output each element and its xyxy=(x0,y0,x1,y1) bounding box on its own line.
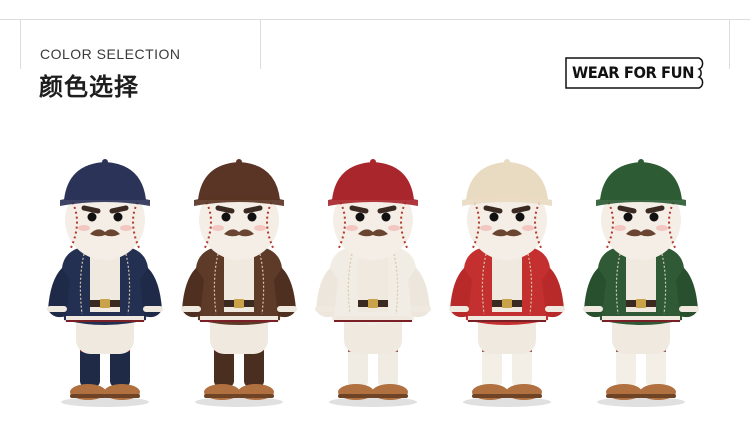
right-divider xyxy=(729,19,730,69)
mascot-brown-illustration xyxy=(181,159,297,407)
figure-white xyxy=(308,150,438,410)
mascot-white-illustration xyxy=(315,159,431,407)
badge-label: WEAR FOR FUN xyxy=(572,63,694,82)
middle-divider xyxy=(260,19,261,69)
figure-red xyxy=(442,150,572,410)
mascot-navy-illustration xyxy=(47,159,163,407)
left-divider xyxy=(20,19,21,69)
figure-navy xyxy=(40,150,170,410)
brand-badge: WEAR FOR FUN xyxy=(565,57,708,89)
mascot-red-illustration xyxy=(449,159,565,407)
figure-green xyxy=(576,150,706,410)
section-title: 颜色选择 xyxy=(39,73,139,101)
mascot-green-illustration xyxy=(583,159,699,407)
figure-brown xyxy=(174,150,304,410)
top-divider xyxy=(0,19,750,20)
figure-lineup xyxy=(0,140,750,440)
section-subtitle: COLOR SELECTION xyxy=(40,46,181,62)
